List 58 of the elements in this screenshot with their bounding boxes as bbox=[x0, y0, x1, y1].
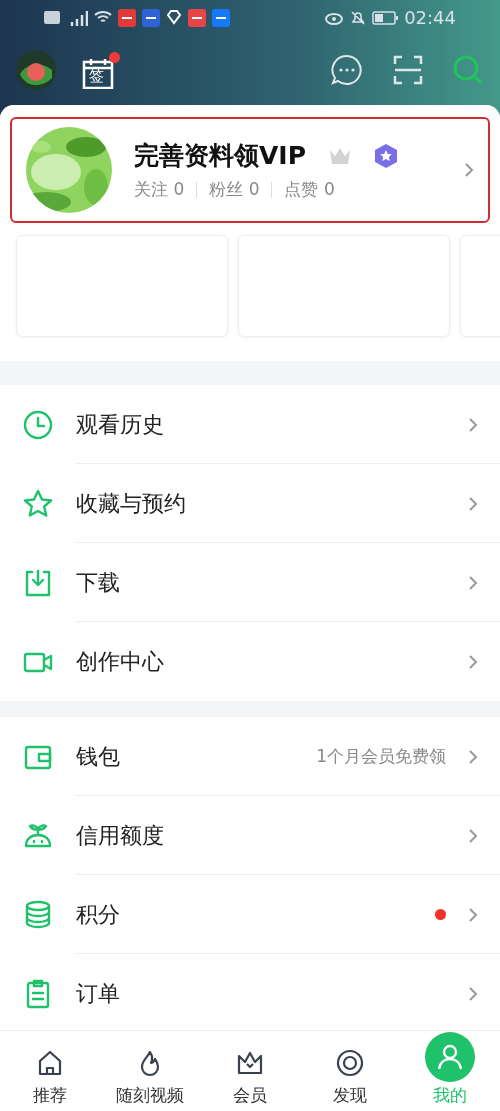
menu-label: 钱包 bbox=[76, 742, 121, 771]
search-icon[interactable] bbox=[452, 54, 484, 86]
menu-row[interactable]: 订单 bbox=[0, 954, 500, 1033]
muted-bell-icon bbox=[350, 9, 367, 26]
chevron-icon bbox=[468, 495, 478, 512]
profile-card[interactable]: 完善资料领VIP 关注 0 粉丝 0 点赞 0 bbox=[10, 117, 490, 223]
sign-in-button[interactable]: 签 bbox=[77, 51, 120, 89]
menu-row[interactable]: 信用额度 bbox=[0, 796, 500, 875]
battery-icon bbox=[372, 10, 399, 25]
sign-label: 签 bbox=[89, 68, 104, 84]
menu-row[interactable]: 积分 bbox=[0, 875, 500, 954]
hexagon-star-icon bbox=[374, 142, 398, 169]
diamond-icon bbox=[166, 10, 182, 25]
person-icon bbox=[435, 1042, 465, 1072]
app-icon bbox=[142, 8, 160, 27]
star-icon bbox=[22, 487, 54, 520]
profile-stat[interactable]: 点赞 0 bbox=[284, 178, 335, 201]
status-time: 02:44 bbox=[404, 7, 456, 28]
chevron-icon bbox=[468, 574, 478, 591]
message-icon[interactable] bbox=[330, 53, 364, 87]
nav-tab[interactable]: 推荐 bbox=[0, 1031, 100, 1111]
menu-row[interactable]: 观看历史 bbox=[0, 385, 500, 464]
nav-tab[interactable]: 随刻视频 bbox=[100, 1031, 200, 1111]
menu-label: 收藏与预约 bbox=[76, 489, 187, 518]
chevron-icon bbox=[468, 416, 478, 433]
target-ring-icon bbox=[335, 1048, 365, 1078]
clock-icon bbox=[22, 408, 54, 441]
menu-row[interactable]: 钱包 1个月会员免费领 bbox=[0, 717, 500, 796]
nav-tab[interactable]: 会员 bbox=[200, 1031, 300, 1111]
profile-name: 完善资料领VIP bbox=[134, 140, 306, 172]
profile-stat[interactable]: 关注 0 bbox=[134, 178, 185, 201]
menu-label: 订单 bbox=[76, 979, 121, 1008]
chevron-icon bbox=[464, 162, 474, 178]
app-icon bbox=[118, 8, 136, 27]
eye-icon bbox=[324, 10, 345, 25]
menu-label: 创作中心 bbox=[76, 647, 165, 676]
menu-label: 观看历史 bbox=[76, 410, 165, 439]
scan-icon[interactable] bbox=[392, 54, 424, 86]
calendar-icon bbox=[82, 56, 114, 89]
profile-stat[interactable]: 粉丝 0 bbox=[209, 178, 260, 201]
menu-label: 信用额度 bbox=[76, 821, 165, 850]
chevron-icon bbox=[468, 985, 478, 1002]
menu-note: 1个月会员免费领 bbox=[316, 745, 446, 768]
menu-row[interactable]: 收藏与预约 bbox=[0, 464, 500, 543]
chevron-icon bbox=[468, 653, 478, 670]
app-icon bbox=[188, 8, 206, 27]
menu-label: 积分 bbox=[76, 900, 121, 929]
nav-tab[interactable]: 发现 bbox=[300, 1031, 400, 1111]
menu-label: 下载 bbox=[76, 568, 121, 597]
menu-row[interactable]: 创作中心 bbox=[0, 622, 500, 701]
chevron-icon bbox=[468, 748, 478, 765]
chevron-icon bbox=[468, 906, 478, 923]
wifi-icon bbox=[94, 10, 112, 25]
app-icon bbox=[212, 8, 230, 27]
chevron-icon bbox=[468, 827, 478, 844]
avatar[interactable] bbox=[16, 50, 56, 90]
menu-row[interactable]: 下载 bbox=[0, 543, 500, 622]
hd-icon bbox=[44, 11, 60, 24]
